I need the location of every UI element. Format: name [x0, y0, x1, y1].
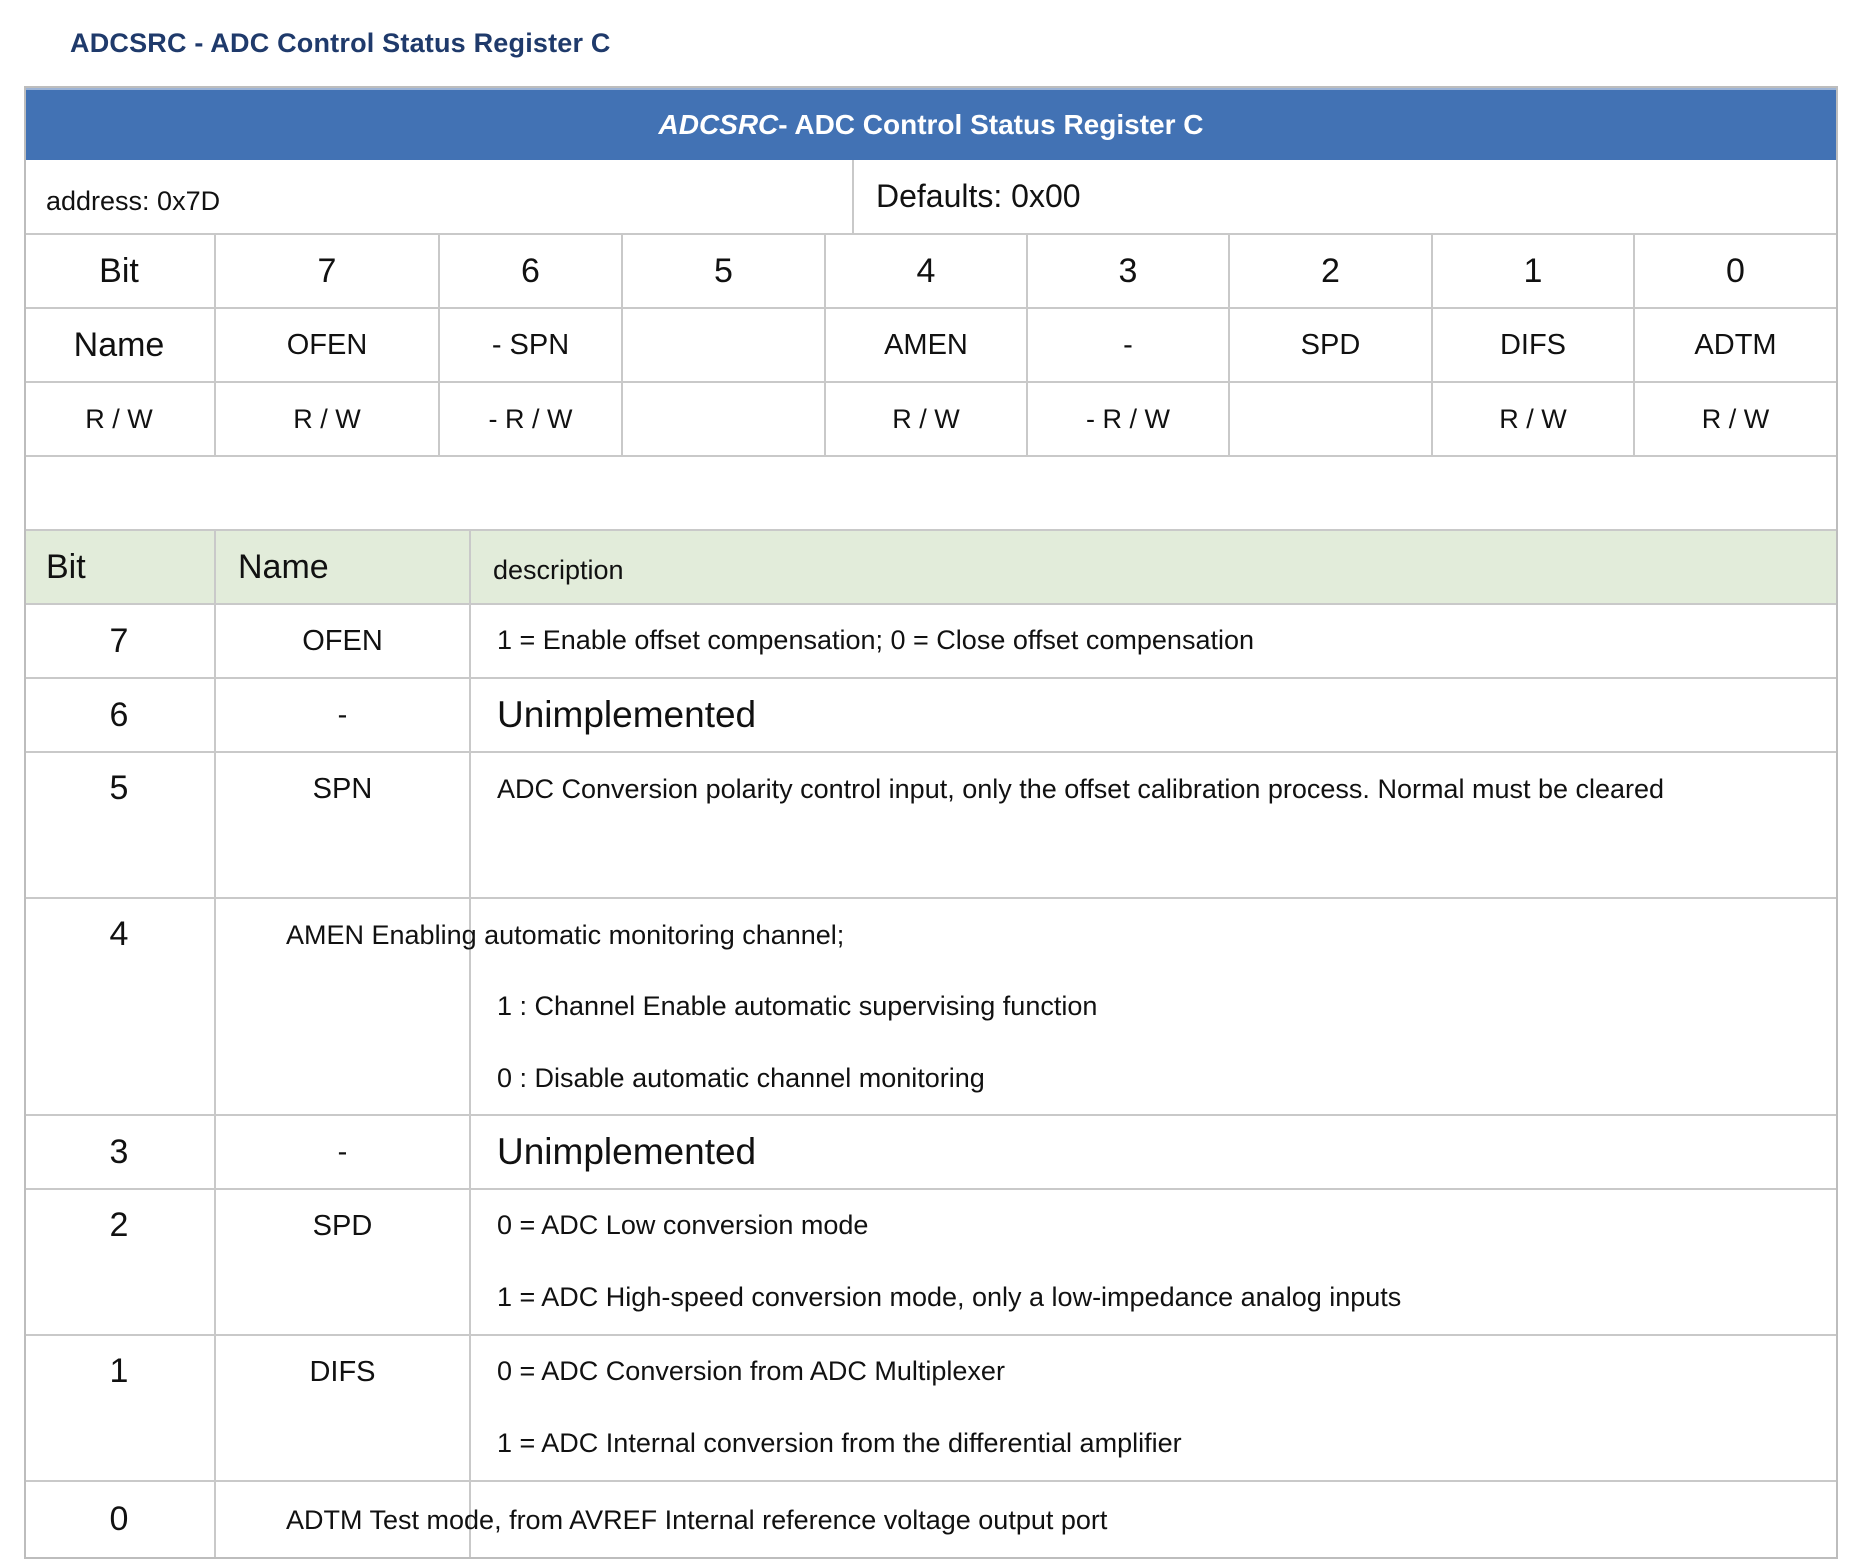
desc-row-5-bit: 5 — [24, 753, 216, 899]
desc-row-4-bit: 4 — [24, 899, 216, 1116]
name-row-label: Name — [24, 309, 216, 383]
bit-row-label: Bit — [24, 235, 216, 309]
bit-4-rw: R / W — [826, 383, 1028, 457]
page-title: ADCSRC - ADC Control Status Register C — [70, 28, 611, 58]
bit-5-rw — [623, 383, 826, 457]
desc-row-1-bit: 1 — [24, 1336, 216, 1482]
desc-row-5-line-1: ADC Conversion polarity control input, o… — [497, 774, 1665, 804]
desc-row-7-name: OFEN — [216, 605, 471, 679]
rw-row-label: R / W — [24, 383, 216, 457]
desc-row-5-name: SPN — [216, 753, 471, 899]
desc-row-7-line-1: 1 = Enable offset compensation; 0 = Clos… — [497, 625, 1254, 655]
bit-0-rw: R / W — [1635, 383, 1838, 457]
desc-row-3-line-1: Unimplemented — [497, 1131, 757, 1172]
desc-row-1-line-1: 0 = ADC Conversion from ADC Multiplexer — [497, 1356, 1005, 1386]
bit-2-name: SPD — [1230, 309, 1433, 383]
desc-row-6-bit: 6 — [24, 679, 216, 753]
bit-4-header: 4 — [826, 235, 1028, 309]
desc-row-2-line-2: 1 = ADC High-speed conversion mode, only… — [497, 1282, 1402, 1312]
desc-header-name: Name — [216, 531, 471, 605]
bit-5-header: 5 — [623, 235, 826, 309]
bit-1-rw: R / W — [1433, 383, 1635, 457]
bit-3-rw: - R / W — [1028, 383, 1230, 457]
bit-6-header: 6 — [440, 235, 623, 309]
bit-4-name: AMEN — [826, 309, 1028, 383]
defaults-cell: Defaults: 0x00 — [854, 160, 1838, 235]
desc-row-6-line-1: Unimplemented — [497, 694, 757, 735]
bit-6-name: - SPN — [440, 309, 623, 383]
desc-row-4-line-2: 1 : Channel Enable automatic supervising… — [497, 991, 1098, 1021]
bit-1-header: 1 — [1433, 235, 1635, 309]
bit-7-header: 7 — [216, 235, 440, 309]
desc-row-1-line-2: 1 = ADC Internal conversion from the dif… — [497, 1428, 1182, 1458]
bit-3-name: - — [1028, 309, 1230, 383]
bit-2-header: 2 — [1230, 235, 1433, 309]
spacer-row — [24, 457, 1838, 531]
bit-7-name: OFEN — [216, 309, 440, 383]
register-abbr: ADCSRC — [658, 109, 779, 140]
desc-row-1-name: DIFS — [216, 1336, 471, 1482]
bit-3-header: 3 — [1028, 235, 1230, 309]
bit-0-header: 0 — [1635, 235, 1838, 309]
address-cell: address: 0x7D — [24, 160, 854, 235]
register-header-text: - ADC Control Status Register C — [778, 109, 1204, 140]
desc-row-0-bit: 0 — [24, 1482, 216, 1559]
desc-row-2-name: SPD — [216, 1190, 471, 1336]
bit-7-rw: R / W — [216, 383, 440, 457]
desc-row-4-line-1: AMEN Enabling automatic monitoring chann… — [286, 920, 845, 950]
desc-header-description: description — [471, 531, 1838, 605]
desc-row-6-name: - — [216, 679, 471, 753]
bit-0-name: ADTM — [1635, 309, 1838, 383]
desc-row-0-line-1: ADTM Test mode, from AVREF Internal refe… — [286, 1505, 1108, 1535]
desc-row-3-name: - — [216, 1116, 471, 1190]
register-header: ADCSRC - ADC Control Status Register C — [24, 86, 1838, 160]
desc-row-7-bit: 7 — [24, 605, 216, 679]
bit-6-rw: - R / W — [440, 383, 623, 457]
desc-row-3-bit: 3 — [24, 1116, 216, 1190]
desc-row-2-line-1: 0 = ADC Low conversion mode — [497, 1210, 869, 1240]
bit-2-rw — [1230, 383, 1433, 457]
bit-1-name: DIFS — [1433, 309, 1635, 383]
register-table: ADCSRC - ADC Control Status Register C a… — [24, 86, 1838, 1559]
desc-header-bit: Bit — [24, 531, 216, 605]
desc-row-2-bit: 2 — [24, 1190, 216, 1336]
bit-5-name — [623, 309, 826, 383]
desc-row-4-line-3: 0 : Disable automatic channel monitoring — [497, 1063, 985, 1093]
